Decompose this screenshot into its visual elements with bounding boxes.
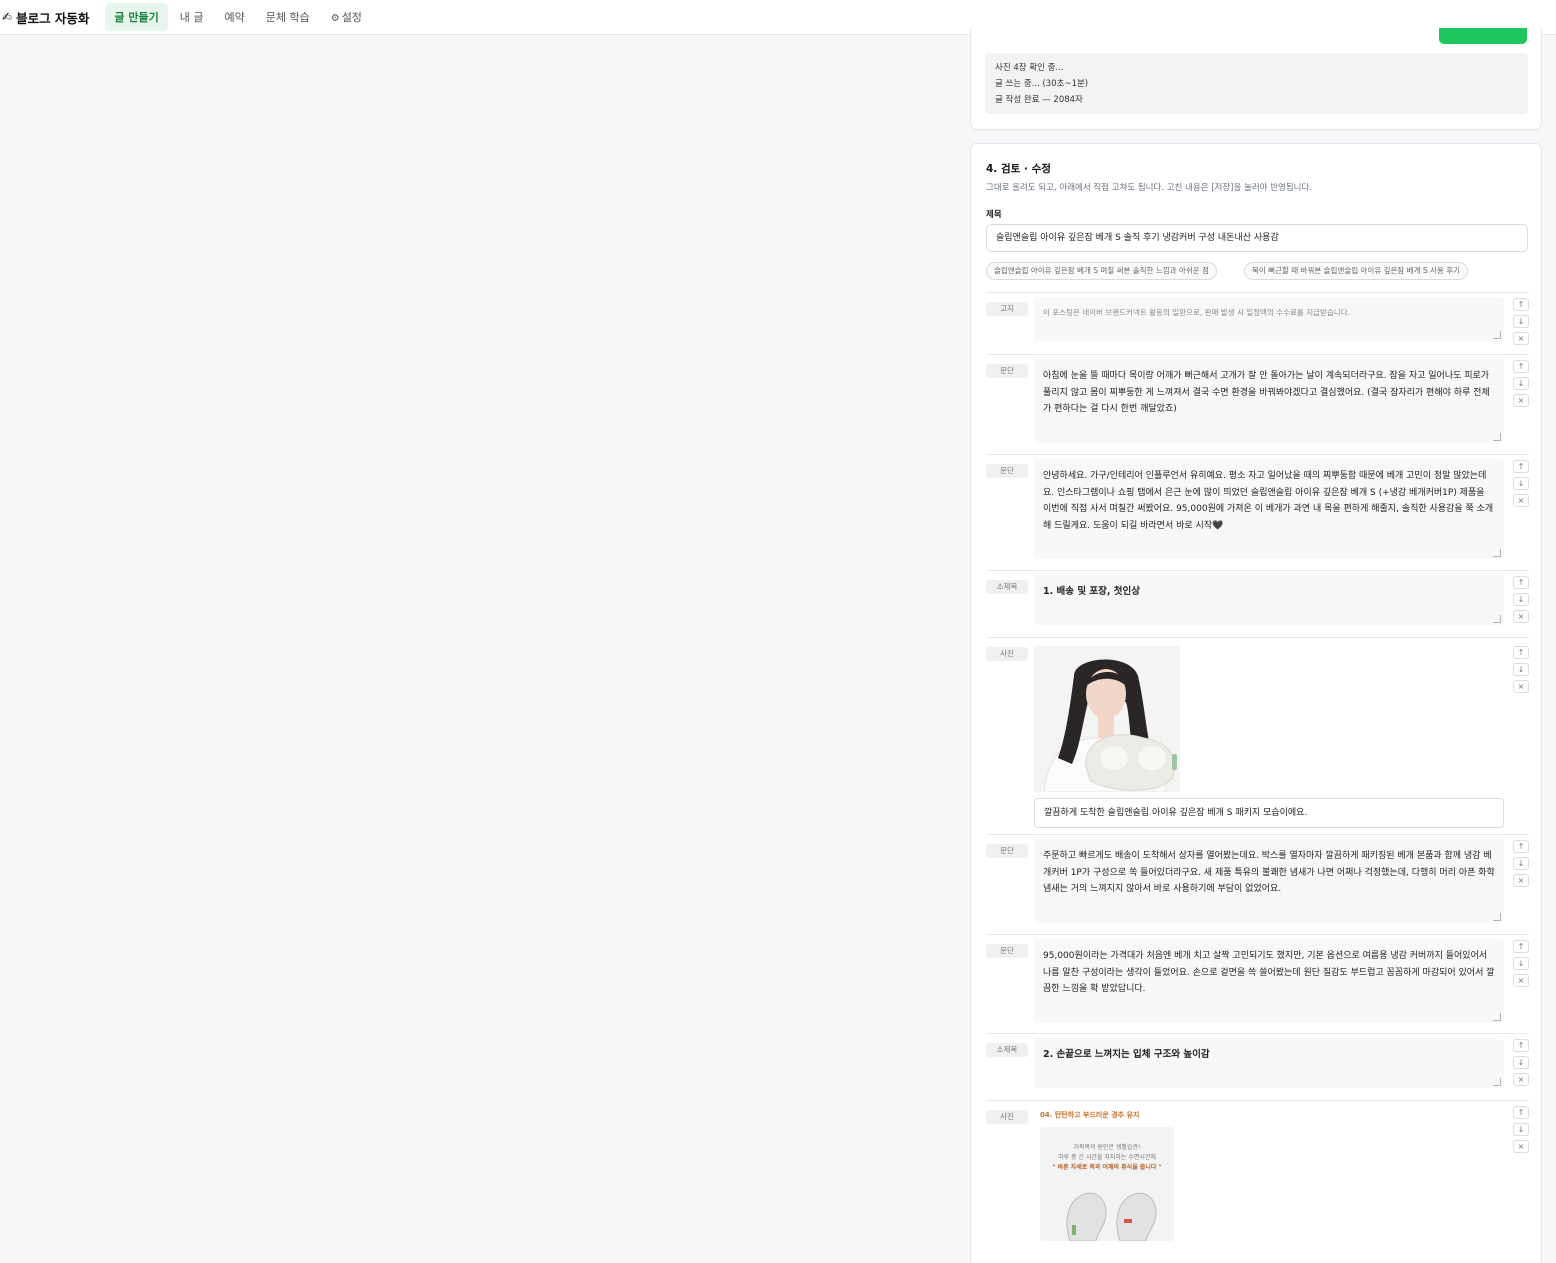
tab-settings-label: 설정 [341, 11, 362, 24]
move-down-button[interactable]: ↓ [1513, 857, 1529, 870]
writing-hand-icon: ✍ [2, 10, 13, 24]
remove-block-button[interactable]: × [1513, 974, 1529, 987]
resize-handle[interactable] [1493, 615, 1501, 623]
review-edit-panel: 4. 검토 · 수정 그대로 올려도 되고, 아래에서 직접 고쳐도 됩니다. … [970, 143, 1542, 1263]
content-block-photo: 사진 04. 탄탄하고 부드러운 경추 유지 거북목의 원인은 생활습관! 하루… [986, 1100, 1529, 1263]
product-photo [1034, 646, 1180, 796]
move-down-button[interactable]: ↓ [1513, 315, 1529, 328]
block-textarea[interactable]: 95,000원이라는 가격대가 처음엔 베개 치고 살짝 고민되기도 했지만, … [1034, 939, 1504, 1023]
move-up-button[interactable]: ↑ [1513, 840, 1529, 853]
resize-handle[interactable] [1493, 331, 1501, 339]
content-block-paragraph: 문단 아침에 눈을 뜰 때마다 목이랑 어깨가 뻐근해서 고개가 잘 안 돌아가… [986, 354, 1529, 454]
block-type-tag: 소제목 [986, 1043, 1028, 1057]
move-down-button[interactable]: ↓ [1513, 1123, 1529, 1136]
photo-text-line: " 바른 자세로 목과 어깨의 휴식을 줍니다 " [1052, 1163, 1161, 1171]
move-up-button[interactable]: ↑ [1513, 1106, 1529, 1119]
block-type-tag: 문단 [986, 944, 1028, 958]
content-block-subheading: 소제목 2. 손끝으로 느껴지는 입체 구조와 높이감 ↑ ↓ × [986, 1033, 1529, 1100]
block-type-tag: 문단 [986, 464, 1028, 478]
move-down-button[interactable]: ↓ [1513, 957, 1529, 970]
move-down-button[interactable]: ↓ [1513, 593, 1529, 606]
section-title: 4. 검토 · 수정 [986, 163, 1051, 175]
tab-schedule[interactable]: 예약 [215, 3, 253, 31]
remove-block-button[interactable]: × [1513, 1140, 1529, 1153]
content-block-subheading: 소제목 1. 배송 및 포장, 첫인상 ↑ ↓ × [986, 570, 1529, 637]
tab-style-learning[interactable]: 문체 학습 [257, 3, 319, 31]
move-up-button[interactable]: ↑ [1513, 360, 1529, 373]
remove-block-button[interactable]: × [1513, 332, 1529, 345]
title-suggestion-chip[interactable]: 슬립앤슬립 아이유 깊은잠 베개 S 며칠 써본 솔직한 느낌과 아쉬운 점 [986, 262, 1217, 280]
app-brand[interactable]: ✍ 블로그 자동화 [0, 8, 89, 27]
photo-image-title: 04. 탄탄하고 부드러운 경추 유지 [1040, 1111, 1140, 1119]
product-photo: 거북목의 원인은 생활습관! 하루 중 긴 시간을 차지하는 수면시간에 " 바… [1040, 1127, 1174, 1245]
resize-handle[interactable] [1493, 549, 1501, 557]
tab-create-post[interactable]: 글 만들기 [105, 3, 168, 31]
move-down-button[interactable]: ↓ [1513, 1056, 1529, 1069]
gear-icon: ⚙ [330, 13, 340, 24]
remove-block-button[interactable]: × [1513, 494, 1529, 507]
app-title: 블로그 자동화 [16, 10, 90, 26]
photo-caption-input[interactable]: 깔끔하게 도착한 슬립앤슬립 아이유 깊은잠 베개 S 패키지 모습이에요. [1034, 798, 1504, 828]
tab-my-posts[interactable]: 내 글 [171, 3, 213, 31]
block-textarea[interactable]: 아침에 눈을 뜰 때마다 목이랑 어깨가 뻐근해서 고개가 잘 안 돌아가는 날… [1034, 359, 1504, 443]
move-up-button[interactable]: ↑ [1513, 1039, 1529, 1052]
resize-handle[interactable] [1493, 1013, 1501, 1021]
block-type-tag: 소제목 [986, 580, 1028, 594]
block-textarea[interactable]: 2. 손끝으로 느껴지는 입체 구조와 높이감 [1034, 1038, 1504, 1088]
block-type-tag: 사진 [986, 647, 1028, 661]
block-type-tag: 문단 [986, 364, 1028, 378]
log-line: 사진 4장 확인 중... [995, 63, 1064, 73]
move-down-button[interactable]: ↓ [1513, 477, 1529, 490]
log-line: 글 쓰는 중... (30초~1분) [995, 79, 1089, 89]
move-up-button[interactable]: ↑ [1513, 940, 1529, 953]
section-description: 그대로 올려도 되고, 아래에서 직접 고쳐도 됩니다. 고친 내용은 [저장]… [986, 183, 1312, 193]
remove-block-button[interactable]: × [1513, 1073, 1529, 1086]
tab-settings[interactable]: ⚙ 설정 [322, 3, 371, 31]
title-suggestion-chip[interactable]: 목이 뻐근할 때 바꿔본 슬립앤슬립 아이유 깊은잠 베개 S 사용 후기 [1244, 262, 1468, 280]
block-textarea[interactable]: 이 포스팅은 네이버 브랜드커넥트 활동의 일환으로, 판매 발생 시 일정액의… [1034, 297, 1504, 341]
remove-block-button[interactable]: × [1513, 680, 1529, 693]
move-up-button[interactable]: ↑ [1513, 460, 1529, 473]
post-title-input[interactable]: 슬립앤슬립 아이유 깊은잠 베개 S 솔직 후기 냉감커버 구성 내돈내산 사용… [986, 224, 1528, 252]
block-textarea[interactable]: 안녕하세요. 가구/인테리어 인플루언서 유히예요. 평소 자고 일어났을 때의… [1034, 459, 1504, 559]
move-up-button[interactable]: ↑ [1513, 576, 1529, 589]
content-block-notice: 고지 이 포스팅은 네이버 브랜드커넥트 활동의 일환으로, 판매 발생 시 일… [986, 292, 1529, 354]
move-up-button[interactable]: ↑ [1513, 298, 1529, 311]
remove-block-button[interactable]: × [1513, 610, 1529, 623]
remove-block-button[interactable]: × [1513, 874, 1529, 887]
content-block-paragraph: 문단 안녕하세요. 가구/인테리어 인플루언서 유히예요. 평소 자고 일어났을… [986, 454, 1529, 570]
move-down-button[interactable]: ↓ [1513, 377, 1529, 390]
resize-handle[interactable] [1493, 433, 1501, 441]
block-type-tag: 고지 [986, 302, 1028, 316]
generate-button[interactable] [1439, 28, 1527, 44]
resize-handle[interactable] [1493, 1078, 1501, 1086]
title-label: 제목 [986, 210, 1002, 220]
move-down-button[interactable]: ↓ [1513, 663, 1529, 676]
content-block-paragraph: 문단 95,000원이라는 가격대가 처음엔 베개 치고 살짝 고민되기도 했지… [986, 934, 1529, 1033]
content-block-paragraph: 문단 주문하고 빠르게도 배송이 도착해서 상자를 열어봤는데요. 박스를 열자… [986, 834, 1529, 934]
progress-log: 사진 4장 확인 중... 글 쓰는 중... (30초~1분) 글 작성 완료… [985, 53, 1528, 114]
block-textarea[interactable]: 1. 배송 및 포장, 첫인상 [1034, 575, 1504, 625]
block-textarea[interactable]: 주문하고 빠르게도 배송이 도착해서 상자를 열어봤는데요. 박스를 열자마자 … [1034, 839, 1504, 923]
block-type-tag: 사진 [986, 1110, 1028, 1124]
log-line: 글 작성 완료 — 2084자 [995, 95, 1083, 105]
product-photo-image: 거북목의 원인은 생활습관! 하루 중 긴 시간을 차지하는 수면시간에 " 바… [1040, 1127, 1174, 1242]
resize-handle[interactable] [1493, 913, 1501, 921]
product-photo-image [1034, 646, 1180, 793]
photo-text-line: 하루 중 긴 시간을 차지하는 수면시간에 [1058, 1153, 1156, 1161]
photo-text-line: 거북목의 원인은 생활습관! [1074, 1143, 1141, 1151]
generation-progress-panel: 사진 4장 확인 중... 글 쓰는 중... (30초~1분) 글 작성 완료… [970, 28, 1542, 130]
content-block-photo: 사진 깔끔하게 도착한 슬립앤슬립 아이유 깊은잠 베개 S 패키지 모습이에요… [986, 637, 1529, 834]
remove-block-button[interactable]: × [1513, 394, 1529, 407]
block-type-tag: 문단 [986, 844, 1028, 858]
move-up-button[interactable]: ↑ [1513, 646, 1529, 659]
